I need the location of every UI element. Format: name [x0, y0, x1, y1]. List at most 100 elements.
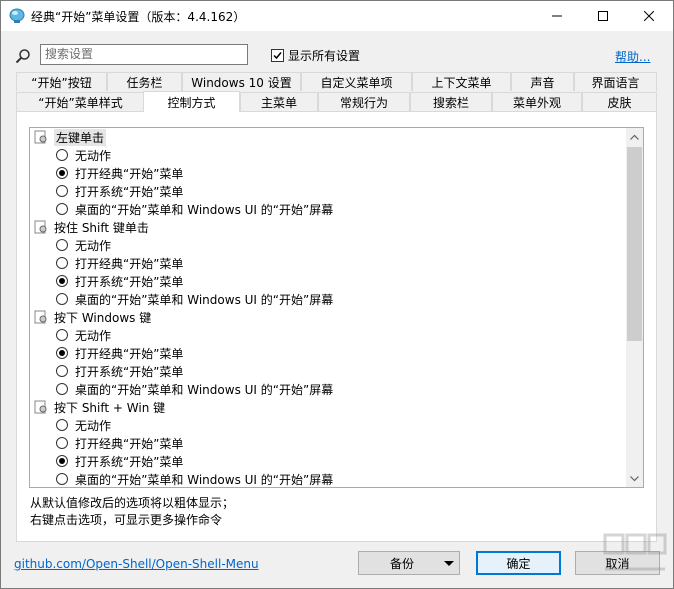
radio-button[interactable]: [56, 347, 68, 359]
radio-button[interactable]: [56, 473, 68, 485]
option-label: 打开系统“开始”菜单: [75, 454, 184, 469]
option-desktop-menu-and-ui-screen[interactable]: 桌面的“开始”菜单和 Windows UI 的“开始”屏幕: [56, 290, 333, 308]
search-icon: [15, 49, 30, 64]
ok-button-label: 确定: [506, 556, 531, 571]
tab-skin[interactable]: 皮肤: [582, 92, 657, 111]
minimize-button[interactable]: [534, 1, 580, 31]
radio-button[interactable]: [56, 149, 68, 161]
close-icon: [644, 11, 654, 21]
scroll-up-button[interactable]: [626, 128, 643, 145]
tab-label: 声音: [530, 75, 555, 90]
tab-label: 皮肤: [607, 95, 632, 110]
tab-label: 自定义菜单项: [320, 75, 393, 90]
option-label: 桌面的“开始”菜单和 Windows UI 的“开始”屏幕: [75, 292, 334, 307]
option-open-system-menu[interactable]: 打开系统“开始”菜单: [56, 362, 183, 380]
option-no-action[interactable]: 无动作: [56, 236, 111, 254]
tab-start-menu-style[interactable]: “开始”菜单样式: [16, 92, 145, 111]
settings-list[interactable]: 左键单击 无动作 打开经典“开始”菜单 打开系统“开始”菜单 桌面的“开始”菜单…: [29, 127, 644, 488]
settings-group-icon: [34, 220, 47, 234]
radio-button[interactable]: [56, 437, 68, 449]
show-all-settings-label: 显示所有设置: [288, 49, 361, 63]
radio-button[interactable]: [56, 419, 68, 431]
radio-button[interactable]: [56, 455, 68, 467]
maximize-button[interactable]: [580, 1, 626, 31]
tab-label: 控制方式: [167, 95, 216, 110]
tab-custom-menu-items[interactable]: 自定义菜单项: [301, 72, 412, 91]
app-shell-icon: [9, 8, 25, 23]
option-open-system-menu[interactable]: 打开系统“开始”菜单: [56, 272, 183, 290]
option-open-system-menu[interactable]: 打开系统“开始”菜单: [56, 452, 183, 470]
tab-search-box[interactable]: 搜索栏: [410, 92, 492, 111]
group-label: 左键单击: [54, 128, 107, 146]
github-link[interactable]: github.com/Open-Shell/Open-Shell-Menu: [14, 557, 259, 571]
option-no-action[interactable]: 无动作: [56, 416, 111, 434]
option-label: 无动作: [75, 328, 112, 343]
description-line-1: 从默认值修改后的选项将以粗体显示；: [30, 496, 235, 510]
option-open-classic-menu[interactable]: 打开经典“开始”菜单: [56, 254, 183, 272]
tab-menu-look[interactable]: 菜单外观: [492, 92, 582, 111]
checkbox-box[interactable]: [271, 49, 284, 62]
show-all-settings-checkbox[interactable]: 显示所有设置: [271, 47, 360, 64]
close-button[interactable]: [626, 1, 672, 31]
watermark-logo: [603, 533, 667, 571]
option-desktop-menu-and-ui-screen[interactable]: 桌面的“开始”菜单和 Windows UI 的“开始”屏幕: [56, 200, 333, 218]
option-no-action[interactable]: 无动作: [56, 146, 111, 164]
group-label: 按下 Windows 键: [54, 310, 152, 325]
group-shift-win-key[interactable]: 按下 Shift + Win 键: [34, 398, 165, 416]
description-line-2: 右键点击选项，可显示更多操作命令: [30, 513, 223, 527]
group-left-click[interactable]: 左键单击: [34, 128, 107, 146]
backup-button-label: 备份: [389, 556, 414, 571]
dropdown-arrow-icon: [444, 561, 454, 566]
radio-button[interactable]: [56, 167, 68, 179]
scroll-thumb[interactable]: [627, 147, 642, 341]
option-label: 打开经典“开始”菜单: [75, 256, 184, 271]
option-no-action[interactable]: 无动作: [56, 326, 111, 344]
window-title: 经典“开始”菜单设置（版本：4.4.162）: [31, 10, 246, 24]
tab-language[interactable]: 界面语言: [574, 72, 657, 91]
option-desktop-menu-and-ui-screen[interactable]: 桌面的“开始”菜单和 Windows UI 的“开始”屏幕: [56, 380, 333, 398]
option-label: 桌面的“开始”菜单和 Windows UI 的“开始”屏幕: [75, 202, 334, 217]
radio-button[interactable]: [56, 275, 68, 287]
tab-start-button[interactable]: “开始”按钮: [16, 72, 107, 91]
vertical-scrollbar[interactable]: [626, 128, 643, 487]
group-windows-key[interactable]: 按下 Windows 键: [34, 308, 151, 326]
settings-group-icon: [34, 400, 47, 414]
scroll-down-button[interactable]: [626, 470, 643, 487]
option-open-classic-menu[interactable]: 打开经典“开始”菜单: [56, 344, 183, 362]
radio-button[interactable]: [56, 293, 68, 305]
option-open-system-menu[interactable]: 打开系统“开始”菜单: [56, 182, 183, 200]
option-label: 无动作: [75, 238, 112, 253]
option-label: 打开经典“开始”菜单: [75, 436, 184, 451]
tab-label: 搜索栏: [432, 95, 469, 110]
tab-sounds[interactable]: 声音: [511, 72, 574, 91]
option-open-classic-menu[interactable]: 打开经典“开始”菜单: [56, 164, 183, 182]
tab-main-menu[interactable]: 主菜单: [240, 92, 318, 111]
radio-button[interactable]: [56, 383, 68, 395]
group-shift-click[interactable]: 按住 Shift 键单击: [34, 218, 149, 236]
minimize-icon: [552, 15, 562, 17]
radio-button[interactable]: [56, 203, 68, 215]
option-open-classic-menu[interactable]: 打开经典“开始”菜单: [56, 434, 183, 452]
radio-button[interactable]: [56, 329, 68, 341]
search-input[interactable]: 搜索设置: [40, 44, 248, 65]
backup-button[interactable]: 备份: [358, 551, 460, 575]
help-link[interactable]: 帮助...: [615, 48, 650, 65]
option-label: 打开系统“开始”菜单: [75, 274, 184, 289]
tab-label: 主菜单: [260, 95, 297, 110]
maximize-icon: [598, 11, 608, 21]
ok-button[interactable]: 确定: [476, 551, 561, 575]
tab-controls[interactable]: 控制方式: [143, 91, 240, 112]
tab-label: “开始”菜单样式: [38, 95, 123, 110]
radio-button[interactable]: [56, 239, 68, 251]
tab-taskbar[interactable]: 任务栏: [107, 72, 182, 91]
option-desktop-menu-and-ui-screen[interactable]: 桌面的“开始”菜单和 Windows UI 的“开始”屏幕: [56, 470, 333, 487]
tab-windows10-settings[interactable]: Windows 10 设置: [182, 72, 301, 91]
tab-context-menu[interactable]: 上下文菜单: [412, 72, 511, 91]
tab-general-behavior[interactable]: 常规行为: [318, 92, 410, 111]
radio-button[interactable]: [56, 365, 68, 377]
tab-label: 上下文菜单: [431, 75, 492, 90]
tab-label: “开始”按钮: [31, 75, 92, 90]
radio-button[interactable]: [56, 185, 68, 197]
radio-button[interactable]: [56, 257, 68, 269]
tab-label: 任务栏: [126, 75, 163, 90]
